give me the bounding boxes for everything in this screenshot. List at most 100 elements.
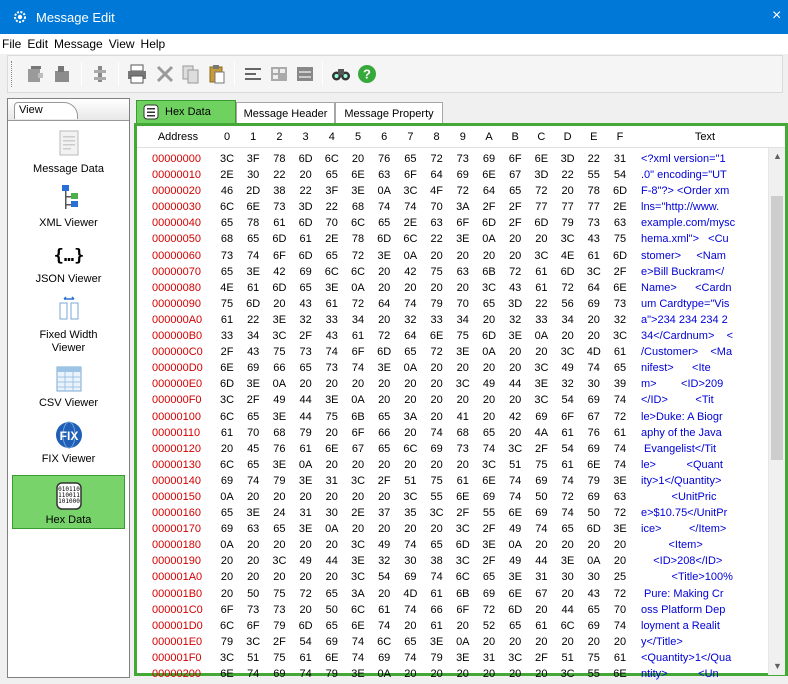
hex-byte[interactable]: 72 [531,183,551,199]
hex-byte[interactable]: 72 [558,280,578,296]
hex-row[interactable]: 00000010 2E 30 22 20 65 6E 63 6F 64 69 6E 67 3D 22 55 54… [137,167,767,183]
hex-byte[interactable]: 54 [374,569,394,585]
hex-byte[interactable]: 63 [610,489,630,505]
hex-byte[interactable]: 65 [584,602,604,618]
hex-byte[interactable]: 3E [479,537,499,553]
hex-byte[interactable]: 54 [610,167,630,183]
hex-byte[interactable]: 69 [296,264,316,280]
hex-byte[interactable]: 3C [400,489,420,505]
hex-byte[interactable]: 74 [296,666,316,682]
hex-byte[interactable]: 2F [531,441,551,457]
hex-byte[interactable]: 61 [322,296,342,312]
hex-byte[interactable]: 51 [243,650,263,666]
hex-byte[interactable]: 20 [400,457,420,473]
hex-byte[interactable]: 43 [243,344,263,360]
hex-byte[interactable]: 30 [558,569,578,585]
hex-byte[interactable]: 65 [296,360,316,376]
hex-byte[interactable]: 6F [505,151,525,167]
hex-byte[interactable]: 65 [322,167,342,183]
hex-byte[interactable]: 72 [610,586,630,602]
hex-byte[interactable]: 3C [531,248,551,264]
hex-byte[interactable]: 54 [558,392,578,408]
hex-row[interactable]: 00000140 69 74 79 3E 31 3C 2F 51 75 61 6E 74 69 74 79 3E… [137,473,767,489]
hex-byte[interactable]: 2E [400,215,420,231]
hex-byte[interactable]: 2E [348,505,368,521]
hex-byte[interactable]: 75 [531,457,551,473]
hex-byte[interactable]: 3D [558,151,578,167]
hex-byte[interactable]: 20 [348,151,368,167]
hex-byte[interactable]: 77 [558,199,578,215]
hex-byte[interactable]: 44 [505,376,525,392]
hex-byte[interactable]: 42 [505,409,525,425]
hex-byte[interactable]: 20 [374,264,394,280]
hex-byte[interactable]: 20 [374,457,394,473]
view-item-xml-viewer[interactable]: XML Viewer [12,183,125,239]
hex-byte[interactable]: 44 [531,553,551,569]
hex-byte[interactable]: 20 [453,392,473,408]
hex-row[interactable]: 000001B0 20 50 75 72 65 3A 20 4D 61 6B 69 6E 67 20 43 72… [137,586,767,602]
hex-row[interactable]: 00000170 69 63 65 3E 0A 20 20 20 20 3C 2F 49 74 65 6D 3E… [137,521,767,537]
hex-byte[interactable]: 6E [348,618,368,634]
hex-byte[interactable]: 6C [374,634,394,650]
hex-byte[interactable]: 75 [322,409,342,425]
hex-byte[interactable]: 44 [322,553,342,569]
hex-byte[interactable]: 61 [558,425,578,441]
hex-byte[interactable]: 6E [322,441,342,457]
hex-byte[interactable]: 75 [427,264,447,280]
hex-byte[interactable]: 4F [427,183,447,199]
hex-byte[interactable]: 49 [374,537,394,553]
hex-row[interactable]: 000000A0 61 22 3E 32 33 34 20 32 33 34 20 32 33 34 20 32… [137,312,767,328]
hex-byte[interactable]: 6C [217,457,237,473]
hex-byte[interactable]: 74 [479,441,499,457]
hex-byte[interactable]: 6E [322,650,342,666]
hex-byte[interactable]: 4E [217,280,237,296]
hex-byte[interactable]: 65 [427,537,447,553]
hex-byte[interactable]: 2F [505,215,525,231]
hex-byte[interactable]: 74 [505,473,525,489]
hex-byte[interactable]: 0A [584,553,604,569]
hex-byte[interactable]: 4E [558,248,578,264]
hex-byte[interactable]: 61 [243,280,263,296]
hex-byte[interactable]: 69 [479,151,499,167]
hex-text[interactable]: m> <ID>209 [641,376,723,392]
hex-byte[interactable]: 2E [610,199,630,215]
hex-byte[interactable]: 3A [348,586,368,602]
hex-byte[interactable]: 72 [427,151,447,167]
hex-text[interactable]: lns="http://www. [641,199,719,215]
hex-byte[interactable]: 20 [479,392,499,408]
hex-byte[interactable]: 74 [243,473,263,489]
hex-byte[interactable]: 6F [348,344,368,360]
hex-byte[interactable]: 32 [505,312,525,328]
hex-byte[interactable]: 3E [374,360,394,376]
hex-byte[interactable]: 2F [453,505,473,521]
hex-byte[interactable]: 69 [400,569,420,585]
hex-byte[interactable]: 30 [322,505,342,521]
hex-byte[interactable]: 20 [584,537,604,553]
hex-text[interactable]: hema.xml"> <Cu [641,231,729,247]
hex-byte[interactable]: 20 [400,521,420,537]
hex-byte[interactable]: 20 [322,457,342,473]
hex-byte[interactable]: 3C [427,505,447,521]
hex-byte[interactable]: 61 [531,618,551,634]
hex-byte[interactable]: 20 [505,392,525,408]
hex-byte[interactable]: 46 [217,183,237,199]
hex-byte[interactable]: 64 [374,296,394,312]
hex-byte[interactable]: 20 [322,489,342,505]
hex-byte[interactable]: 3E [348,183,368,199]
hex-byte[interactable]: 4D [584,344,604,360]
new-message-button[interactable] [22,61,48,87]
hex-byte[interactable]: 20 [427,457,447,473]
hex-byte[interactable]: 3E [610,521,630,537]
hex-byte[interactable]: 69 [531,473,551,489]
hex-byte[interactable]: 33 [427,312,447,328]
align-button[interactable] [240,61,266,87]
hex-byte[interactable]: 61 [558,457,578,473]
hex-byte[interactable]: 74 [243,248,263,264]
hex-byte[interactable]: 41 [453,409,473,425]
hex-byte[interactable]: 74 [400,296,420,312]
hex-byte[interactable]: 3E [296,521,316,537]
hex-byte[interactable]: 43 [584,231,604,247]
hex-byte[interactable]: 69 [479,586,499,602]
hex-byte[interactable]: 69 [584,618,604,634]
hex-byte[interactable]: 68 [453,425,473,441]
